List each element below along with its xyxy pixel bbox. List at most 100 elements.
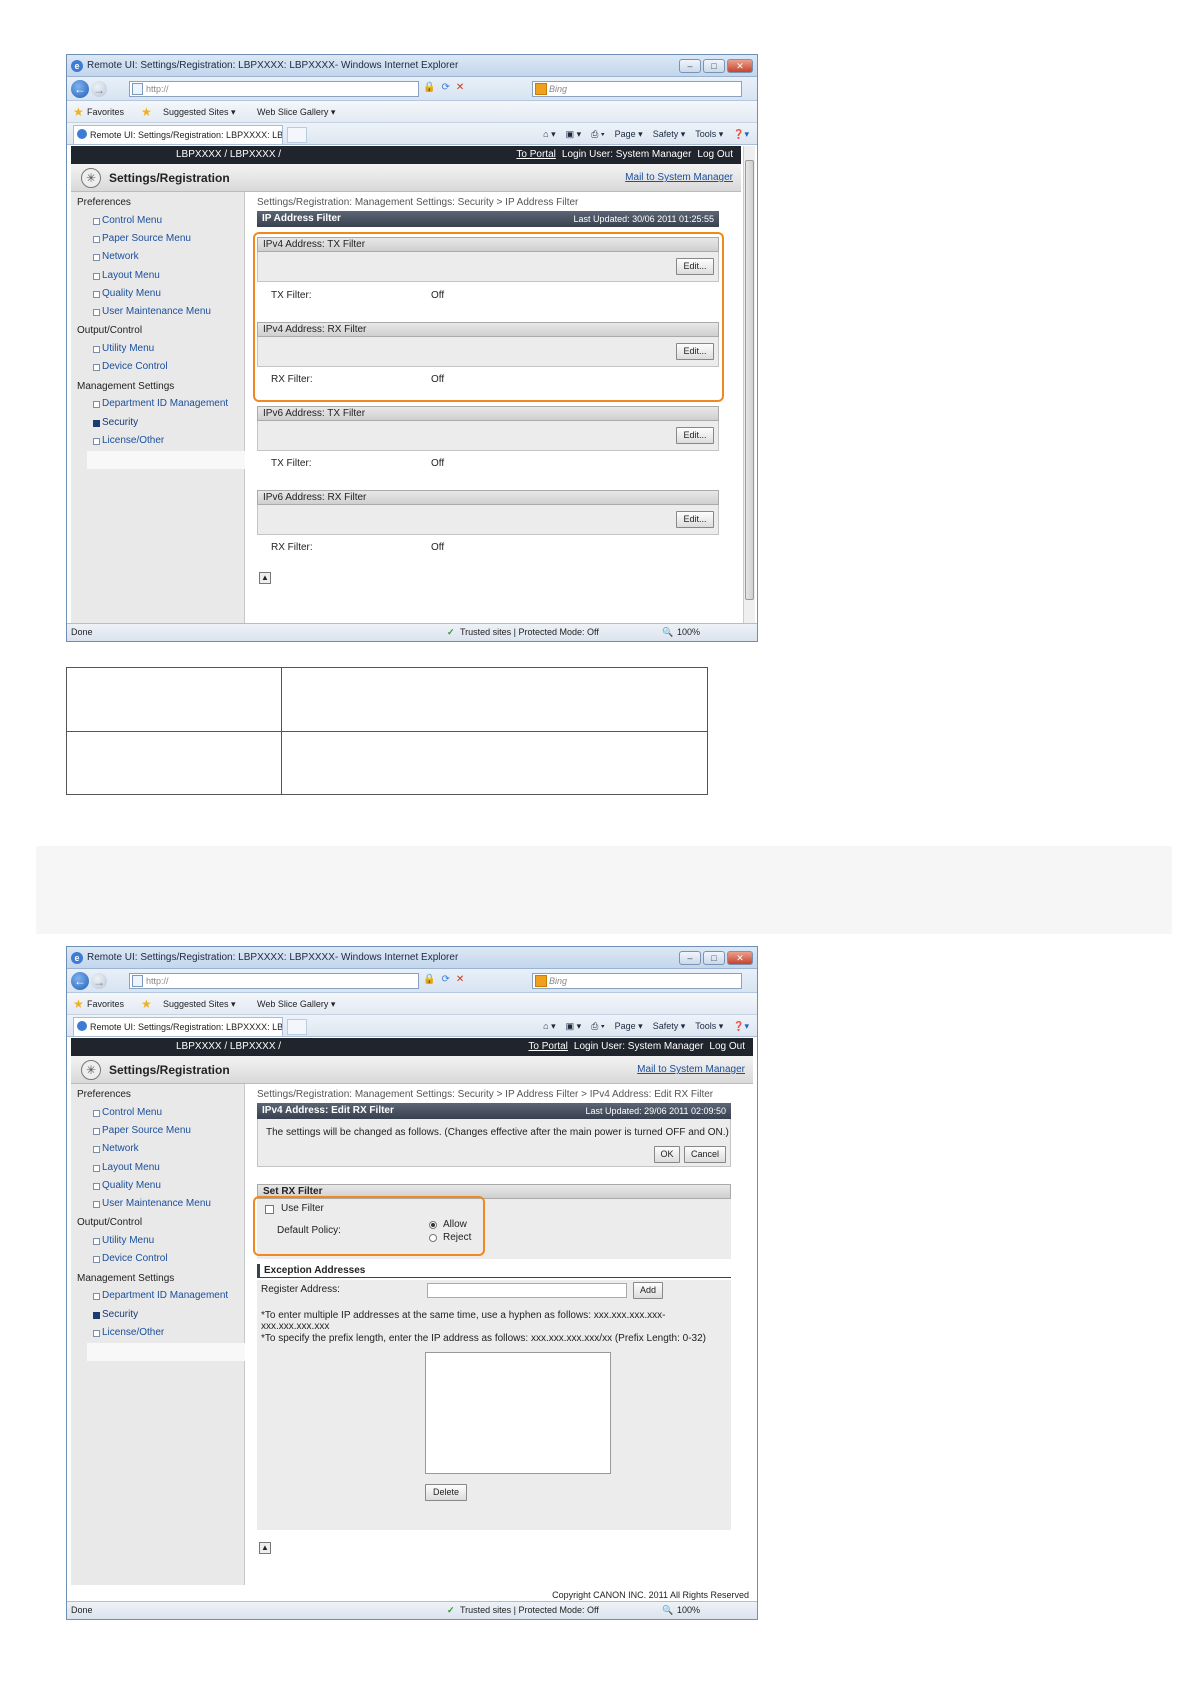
print-icon[interactable]: ⎙ ▾ bbox=[591, 123, 604, 145]
sidebar-item-security[interactable]: Security bbox=[93, 1309, 138, 1320]
search-input[interactable]: Bing bbox=[532, 973, 742, 989]
zoom-icon[interactable]: 🔍 bbox=[662, 1602, 673, 1619]
sidebar-item-utility-menu[interactable]: Utility Menu bbox=[93, 343, 154, 354]
refresh-icon[interactable]: ⟳ bbox=[441, 82, 449, 93]
mail-to-system-manager-link[interactable]: Mail to System Manager bbox=[625, 164, 733, 192]
help-icon[interactable]: ❓▾ bbox=[733, 1015, 749, 1037]
tools-menu[interactable]: Tools ▾ bbox=[695, 1015, 723, 1037]
sidebar-item-device-control[interactable]: Device Control bbox=[93, 361, 168, 372]
favorites-button[interactable]: Favorites bbox=[87, 101, 124, 123]
sidebar-item-license-other[interactable]: License/Other bbox=[93, 1327, 164, 1338]
browser-tab[interactable]: Remote UI: Settings/Registration: LBPXXX… bbox=[73, 125, 283, 144]
sidebar-item-quality-menu[interactable]: Quality Menu bbox=[93, 288, 161, 299]
vertical-scrollbar[interactable] bbox=[743, 146, 755, 625]
favorites-button[interactable]: Favorites bbox=[87, 993, 124, 1015]
page-header: ✳ Settings/Registration Mail to System M… bbox=[71, 164, 741, 192]
to-portal-link[interactable]: To Portal bbox=[528, 1041, 567, 1052]
page-menu[interactable]: Page ▾ bbox=[615, 123, 643, 145]
page-menu[interactable]: Page ▾ bbox=[615, 1015, 643, 1037]
stop-icon[interactable]: ✕ bbox=[456, 974, 464, 985]
status-bar: Done ✓ Trusted sites | Protected Mode: O… bbox=[67, 1601, 757, 1619]
favorites-bar: ★ Favorites ★ Suggested Sites ▾ Web Slic… bbox=[67, 101, 757, 123]
url-field[interactable]: http:// bbox=[129, 81, 419, 97]
ipv6-tx-filter-label: TX Filter: bbox=[271, 458, 312, 469]
scrollbar-thumb[interactable] bbox=[745, 160, 754, 600]
suggested-sites-link[interactable]: Suggested Sites ▾ bbox=[163, 101, 236, 123]
sidebar-item-user-maintenance-menu[interactable]: User Maintenance Menu bbox=[93, 306, 211, 317]
ok-button[interactable]: OK bbox=[654, 1146, 680, 1163]
sidebar-item-license-other[interactable]: License/Other bbox=[93, 435, 164, 446]
trusted-check-icon: ✓ bbox=[447, 1605, 455, 1615]
note-multiple-addresses: *To enter multiple IP addresses at the s… bbox=[261, 1310, 666, 1321]
window-title-bar: e Remote UI: Settings/Registration: LBPX… bbox=[67, 55, 757, 77]
sidebar-item-user-maintenance-menu[interactable]: User Maintenance Menu bbox=[93, 1198, 211, 1209]
back-button[interactable]: ← bbox=[71, 972, 89, 990]
cancel-button[interactable]: Cancel bbox=[684, 1146, 726, 1163]
web-slice-gallery-link[interactable]: Web Slice Gallery ▾ bbox=[257, 993, 335, 1015]
status-zoom[interactable]: 100% bbox=[677, 1602, 700, 1619]
sidebar-item-paper-source-menu[interactable]: Paper Source Menu bbox=[93, 233, 191, 244]
add-button[interactable]: Add bbox=[633, 1282, 663, 1299]
safety-menu[interactable]: Safety ▾ bbox=[653, 1015, 686, 1037]
suggested-sites-link[interactable]: Suggested Sites ▾ bbox=[163, 993, 236, 1015]
to-portal-link[interactable]: To Portal bbox=[516, 149, 555, 160]
sidebar-item-device-control[interactable]: Device Control bbox=[93, 1253, 168, 1264]
zoom-icon[interactable]: 🔍 bbox=[662, 624, 673, 641]
back-button[interactable]: ← bbox=[71, 80, 89, 98]
sidebar-section-management-settings: Management Settings bbox=[77, 1273, 175, 1284]
home-icon[interactable]: ⌂ ▾ bbox=[543, 123, 555, 145]
minimize-button[interactable]: – bbox=[679, 59, 701, 73]
sidebar-item-layout-menu[interactable]: Layout Menu bbox=[93, 1162, 160, 1173]
sidebar-item-network[interactable]: Network bbox=[93, 251, 139, 262]
minimize-button[interactable]: – bbox=[679, 951, 701, 965]
login-user: Login User: System Manager bbox=[561, 149, 692, 160]
maximize-button[interactable]: □ bbox=[703, 59, 725, 73]
add-favorite-icon[interactable]: ★ bbox=[141, 101, 152, 123]
web-slice-gallery-link[interactable]: Web Slice Gallery ▾ bbox=[257, 101, 335, 123]
tools-menu[interactable]: Tools ▾ bbox=[695, 123, 723, 145]
feeds-icon[interactable]: ▣ ▾ bbox=[566, 123, 582, 145]
sidebar-item-network[interactable]: Network bbox=[93, 1143, 139, 1154]
log-out-link[interactable]: Log Out bbox=[697, 149, 733, 160]
sidebar-item-security[interactable]: Security bbox=[93, 417, 138, 428]
close-button[interactable]: ✕ bbox=[727, 951, 753, 965]
delete-button[interactable]: Delete bbox=[425, 1484, 467, 1501]
edit-ipv6-rx-button[interactable]: Edit... bbox=[676, 511, 714, 528]
feeds-icon[interactable]: ▣ ▾ bbox=[566, 1015, 582, 1037]
new-tab-button[interactable] bbox=[287, 1019, 307, 1035]
print-icon[interactable]: ⎙ ▾ bbox=[591, 1015, 604, 1037]
search-input[interactable]: Bing bbox=[532, 81, 742, 97]
home-icon[interactable]: ⌂ ▾ bbox=[543, 1015, 555, 1037]
scroll-to-top-icon[interactable]: ▲ bbox=[259, 1542, 271, 1554]
status-zoom[interactable]: 100% bbox=[677, 624, 700, 641]
sidebar-item-control-menu[interactable]: Control Menu bbox=[93, 1107, 162, 1118]
safety-menu[interactable]: Safety ▾ bbox=[653, 123, 686, 145]
new-tab-button[interactable] bbox=[287, 127, 307, 143]
edit-ipv6-tx-button[interactable]: Edit... bbox=[676, 427, 714, 444]
browser-tab[interactable]: Remote UI: Settings/Registration: LBPXXX… bbox=[73, 1017, 283, 1036]
url-field[interactable]: http:// bbox=[129, 973, 419, 989]
sidebar-item-control-menu[interactable]: Control Menu bbox=[93, 215, 162, 226]
sidebar-item-utility-menu[interactable]: Utility Menu bbox=[93, 1235, 154, 1246]
forward-button[interactable]: → bbox=[91, 81, 107, 97]
maximize-button[interactable]: □ bbox=[703, 951, 725, 965]
scroll-to-top-icon[interactable]: ▲ bbox=[259, 572, 271, 584]
sidebar-item-quality-menu[interactable]: Quality Menu bbox=[93, 1180, 161, 1191]
help-icon[interactable]: ❓▾ bbox=[733, 123, 749, 145]
add-favorite-icon[interactable]: ★ bbox=[141, 993, 152, 1015]
sidebar-item-paper-source-menu[interactable]: Paper Source Menu bbox=[93, 1125, 191, 1136]
exception-address-list[interactable] bbox=[425, 1352, 611, 1474]
sidebar-item-layout-menu[interactable]: Layout Menu bbox=[93, 270, 160, 281]
forward-button[interactable]: → bbox=[91, 973, 107, 989]
info-table bbox=[66, 667, 708, 795]
favorites-star-icon: ★ bbox=[73, 997, 84, 1011]
stop-icon[interactable]: ✕ bbox=[456, 82, 464, 93]
trusted-check-icon: ✓ bbox=[447, 627, 455, 637]
register-address-input[interactable] bbox=[427, 1283, 627, 1298]
log-out-link[interactable]: Log Out bbox=[709, 1041, 745, 1052]
refresh-icon[interactable]: ⟳ bbox=[441, 974, 449, 985]
sidebar-item-department-id[interactable]: Department ID Management bbox=[93, 1290, 228, 1301]
mail-to-system-manager-link[interactable]: Mail to System Manager bbox=[637, 1056, 745, 1084]
sidebar-item-department-id[interactable]: Department ID Management bbox=[93, 398, 228, 409]
close-button[interactable]: ✕ bbox=[727, 59, 753, 73]
